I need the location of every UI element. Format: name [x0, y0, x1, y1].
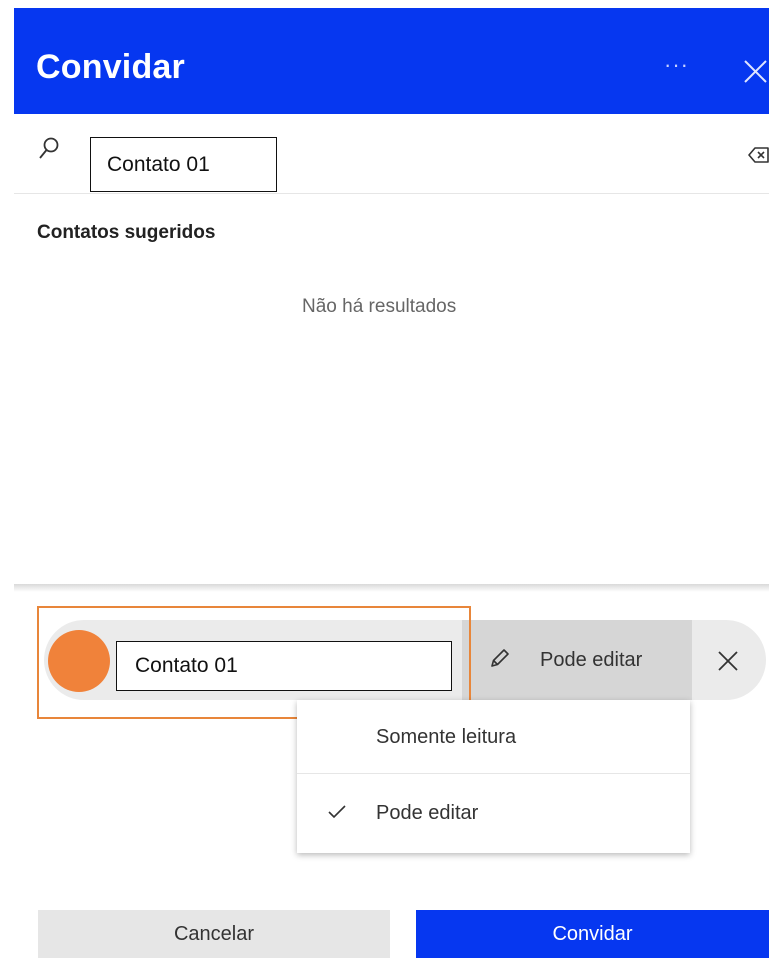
menu-item-can-edit[interactable]: Pode editar — [297, 776, 690, 850]
menu-item-read-only[interactable]: Somente leitura — [297, 700, 690, 774]
menu-item-label: Pode editar — [376, 802, 479, 824]
checkmark-icon — [328, 805, 346, 819]
invitee-name: Contato 01 — [116, 641, 452, 691]
section-divider — [14, 584, 769, 592]
permission-label: Pode editar — [540, 649, 643, 671]
close-icon[interactable] — [717, 650, 739, 672]
search-row — [14, 114, 769, 194]
pencil-icon — [491, 649, 509, 667]
more-options-button[interactable]: ··· — [664, 52, 689, 78]
invitee-chip: Pode editar Contato 01 — [44, 620, 766, 700]
search-input[interactable] — [90, 137, 277, 192]
dialog-title: Convidar — [36, 48, 185, 86]
menu-item-label: Somente leitura — [376, 726, 517, 748]
no-results-text: Não há resultados — [302, 296, 457, 317]
cancel-button[interactable]: Cancelar — [38, 910, 390, 958]
close-icon[interactable] — [742, 58, 769, 85]
permission-menu: Somente leitura Pode editar — [297, 700, 690, 853]
backspace-icon[interactable] — [748, 146, 769, 164]
dialog-header: Convidar ··· — [14, 8, 769, 114]
search-icon — [39, 137, 59, 159]
avatar — [48, 630, 110, 692]
suggested-contacts-heading: Contatos sugeridos — [37, 222, 216, 243]
permission-dropdown-button[interactable]: Pode editar — [462, 620, 692, 700]
invite-button[interactable]: Convidar — [416, 910, 769, 958]
